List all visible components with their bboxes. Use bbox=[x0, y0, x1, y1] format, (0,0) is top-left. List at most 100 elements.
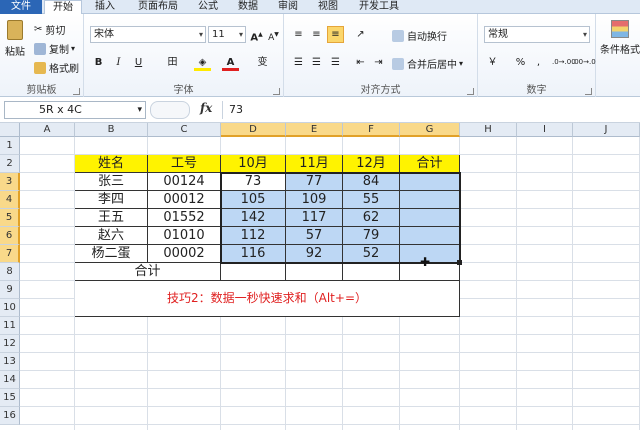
column-header-i[interactable]: I bbox=[517, 123, 573, 137]
paste-button[interactable]: 粘贴 bbox=[4, 20, 26, 58]
table-cell[interactable]: 116 bbox=[221, 245, 286, 263]
font-color-button[interactable]: A bbox=[222, 54, 239, 71]
column-header-d[interactable]: D bbox=[221, 123, 286, 137]
table-cell[interactable]: 张三 bbox=[75, 173, 148, 191]
merge-center-button[interactable]: 合并后居中 ▾ bbox=[392, 56, 463, 71]
table-cell[interactable]: 62 bbox=[343, 209, 400, 227]
copy-button[interactable]: 复制 ▾ bbox=[34, 41, 75, 56]
fill-handle[interactable] bbox=[457, 260, 462, 265]
table-cell[interactable]: 73 bbox=[221, 173, 286, 191]
table-cell[interactable]: 王五 bbox=[75, 209, 148, 227]
table-cell[interactable]: 117 bbox=[286, 209, 343, 227]
increase-decimal-button[interactable]: .0→.00 bbox=[552, 54, 576, 71]
table-cell[interactable] bbox=[400, 209, 460, 227]
table-cell[interactable]: 00002 bbox=[148, 245, 221, 263]
column-header-b[interactable]: B bbox=[75, 123, 148, 137]
row-header-6[interactable]: 6 bbox=[0, 227, 20, 245]
decrease-indent-icon[interactable]: ⇤ bbox=[352, 54, 369, 71]
table-cell[interactable] bbox=[400, 227, 460, 245]
font-launcher-icon[interactable] bbox=[273, 88, 280, 95]
decrease-decimal-button[interactable]: .00→.0 bbox=[572, 54, 596, 71]
row-header-5[interactable]: 5 bbox=[0, 209, 20, 227]
percent-button[interactable]: % bbox=[512, 54, 529, 71]
table-cell[interactable]: 李四 bbox=[75, 191, 148, 209]
row-header-1[interactable]: 1 bbox=[0, 137, 20, 155]
italic-button[interactable]: I bbox=[110, 54, 127, 71]
name-box[interactable]: 5R x 4C ▾ bbox=[4, 101, 146, 119]
select-all-button[interactable] bbox=[0, 123, 20, 137]
cut-button[interactable]: ✂ 剪切 bbox=[34, 22, 65, 37]
column-header-c[interactable]: C bbox=[148, 123, 221, 137]
number-launcher-icon[interactable] bbox=[585, 88, 592, 95]
table-cell[interactable]: 00012 bbox=[148, 191, 221, 209]
increase-indent-icon[interactable]: ⇥ bbox=[370, 54, 387, 71]
table-cell[interactable]: 01010 bbox=[148, 227, 221, 245]
table-header-cell[interactable]: 合计 bbox=[400, 155, 460, 173]
table-cell[interactable]: 142 bbox=[221, 209, 286, 227]
table-cell[interactable] bbox=[400, 173, 460, 191]
tab-view[interactable]: 视图 bbox=[312, 0, 344, 14]
conditional-format-button[interactable]: 条件格式 bbox=[600, 20, 640, 56]
column-header-f[interactable]: F bbox=[343, 123, 400, 137]
table-cell[interactable]: 112 bbox=[221, 227, 286, 245]
formula-input[interactable]: 73 bbox=[222, 101, 636, 119]
tab-file[interactable]: 文件 bbox=[0, 0, 42, 14]
align-middle-icon[interactable]: ≡ bbox=[308, 26, 325, 43]
currency-button[interactable]: ￥ bbox=[484, 54, 501, 71]
row-header-4[interactable]: 4 bbox=[0, 191, 20, 209]
table-cell[interactable] bbox=[400, 191, 460, 209]
table-cell[interactable]: 109 bbox=[286, 191, 343, 209]
tip-merged-cell[interactable]: 技巧2：数据一秒快速求和（Alt+=） bbox=[75, 281, 460, 317]
align-center-icon[interactable]: ☰ bbox=[308, 54, 325, 71]
table-cell[interactable]: 55 bbox=[343, 191, 400, 209]
alignment-launcher-icon[interactable] bbox=[467, 88, 474, 95]
insert-function-icon[interactable]: fx bbox=[200, 101, 212, 115]
worksheet-grid[interactable]: A B C D E F G H I J 1 2 3 4 5 6 7 8 9 10 11 12 13 14 15 16 姓名 工号 10月… bbox=[0, 123, 640, 430]
table-header-cell[interactable]: 11月 bbox=[286, 155, 343, 173]
tab-home[interactable]: 开始 bbox=[44, 0, 82, 15]
table-cell[interactable]: 105 bbox=[221, 191, 286, 209]
row-header-11[interactable]: 11 bbox=[0, 317, 20, 335]
total-label-cell[interactable]: 合计 bbox=[75, 263, 221, 281]
total-cell[interactable] bbox=[286, 263, 343, 281]
underline-button[interactable]: U bbox=[130, 54, 147, 71]
tab-developer[interactable]: 开发工具 bbox=[352, 0, 406, 14]
table-cell[interactable]: 52 bbox=[343, 245, 400, 263]
row-header-15[interactable]: 15 bbox=[0, 389, 20, 407]
tab-data[interactable]: 数据 bbox=[232, 0, 264, 14]
total-cell[interactable] bbox=[221, 263, 286, 281]
clipboard-launcher-icon[interactable] bbox=[73, 88, 80, 95]
formula-bar-handle[interactable] bbox=[150, 101, 190, 119]
table-cell[interactable]: 00124 bbox=[148, 173, 221, 191]
column-header-g[interactable]: G bbox=[400, 123, 460, 137]
align-right-icon[interactable]: ☰ bbox=[327, 54, 344, 71]
column-header-h[interactable]: H bbox=[460, 123, 517, 137]
table-header-cell[interactable]: 工号 bbox=[148, 155, 221, 173]
align-top-icon[interactable]: ≡ bbox=[290, 26, 307, 43]
table-cell[interactable]: 77 bbox=[286, 173, 343, 191]
column-header-e[interactable]: E bbox=[286, 123, 343, 137]
total-cell[interactable] bbox=[343, 263, 400, 281]
tab-review[interactable]: 审阅 bbox=[272, 0, 304, 14]
wrap-text-button[interactable]: 自动换行 bbox=[392, 28, 447, 43]
tab-insert[interactable]: 插入 bbox=[88, 0, 122, 14]
row-header-10[interactable]: 10 bbox=[0, 299, 20, 317]
border-button[interactable]: 田 bbox=[164, 54, 181, 71]
column-header-j[interactable]: J bbox=[573, 123, 640, 137]
column-header-a[interactable]: A bbox=[20, 123, 75, 137]
row-header-3[interactable]: 3 bbox=[0, 173, 20, 191]
row-header-12[interactable]: 12 bbox=[0, 335, 20, 353]
format-painter-button[interactable]: 格式刷 bbox=[34, 60, 79, 75]
row-header-2[interactable]: 2 bbox=[0, 155, 20, 173]
row-header-8[interactable]: 8 bbox=[0, 263, 20, 281]
orientation-icon[interactable]: ↗ bbox=[352, 26, 369, 43]
bold-button[interactable]: B bbox=[90, 54, 107, 71]
row-header-7[interactable]: 7 bbox=[0, 245, 20, 263]
font-size-select[interactable]: 11 ▾ bbox=[208, 26, 246, 43]
row-header-9[interactable]: 9 bbox=[0, 281, 20, 299]
row-header-16[interactable]: 16 bbox=[0, 407, 20, 425]
row-header-13[interactable]: 13 bbox=[0, 353, 20, 371]
comma-button[interactable]: , bbox=[530, 54, 547, 71]
tab-page-layout[interactable]: 页面布局 bbox=[130, 0, 186, 14]
table-cell[interactable]: 84 bbox=[343, 173, 400, 191]
